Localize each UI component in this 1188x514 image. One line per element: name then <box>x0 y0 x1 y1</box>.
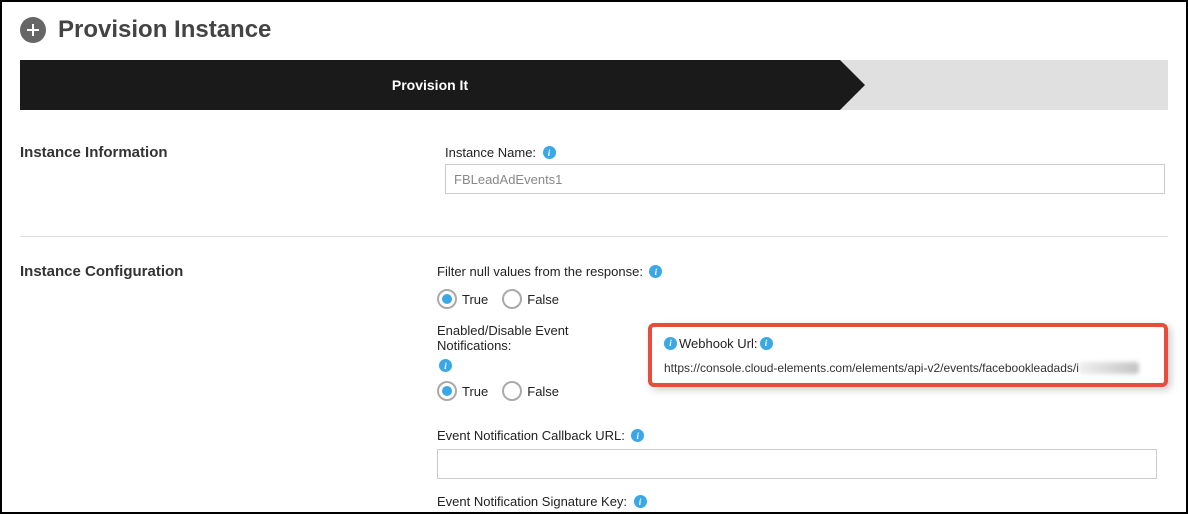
instance-name-label: Instance Name: <box>445 145 536 160</box>
chevron-right-icon <box>840 60 865 110</box>
info-icon[interactable]: i <box>631 429 644 442</box>
info-icon[interactable]: i <box>760 337 773 350</box>
info-icon[interactable]: i <box>649 265 662 278</box>
webhook-highlight-box: i Webhook Url: i https://console.cloud-e… <box>648 323 1168 387</box>
plus-icon <box>20 17 46 43</box>
radio-false-label: False <box>527 384 559 399</box>
section-instance-info-label: Instance Information <box>20 144 445 208</box>
info-icon[interactable]: i <box>439 359 452 372</box>
callback-url-input[interactable] <box>437 449 1157 479</box>
radio-true-label: True <box>462 384 488 399</box>
webhook-url-value: https://console.cloud-elements.com/eleme… <box>664 361 1152 375</box>
radio-false-label: False <box>527 292 559 307</box>
filter-null-label: Filter null values from the response: <box>437 264 643 279</box>
radio-true-label: True <box>462 292 488 307</box>
event-notif-true-radio[interactable] <box>437 381 457 401</box>
step-active-label: Provision It <box>392 77 468 93</box>
event-notif-false-radio[interactable] <box>502 381 522 401</box>
info-icon[interactable]: i <box>634 495 647 508</box>
webhook-url-label: Webhook Url: <box>679 336 758 351</box>
redacted-blur <box>1079 362 1139 374</box>
callback-url-label: Event Notification Callback URL: <box>437 428 625 443</box>
info-icon[interactable]: i <box>664 337 677 350</box>
signature-key-label: Event Notification Signature Key: <box>437 494 627 509</box>
filter-null-true-radio[interactable] <box>437 289 457 309</box>
stepper-bar: Provision It <box>20 60 1168 110</box>
instance-name-input[interactable] <box>445 164 1165 194</box>
section-instance-config-label: Instance Configuration <box>20 263 437 514</box>
filter-null-false-radio[interactable] <box>502 289 522 309</box>
step-active[interactable]: Provision It <box>20 60 840 110</box>
page-header: Provision Instance <box>2 2 1186 54</box>
info-icon[interactable]: i <box>543 146 556 159</box>
page-title: Provision Instance <box>58 16 271 44</box>
event-notif-label: Enabled/Disable Event Notifications: <box>437 323 642 353</box>
